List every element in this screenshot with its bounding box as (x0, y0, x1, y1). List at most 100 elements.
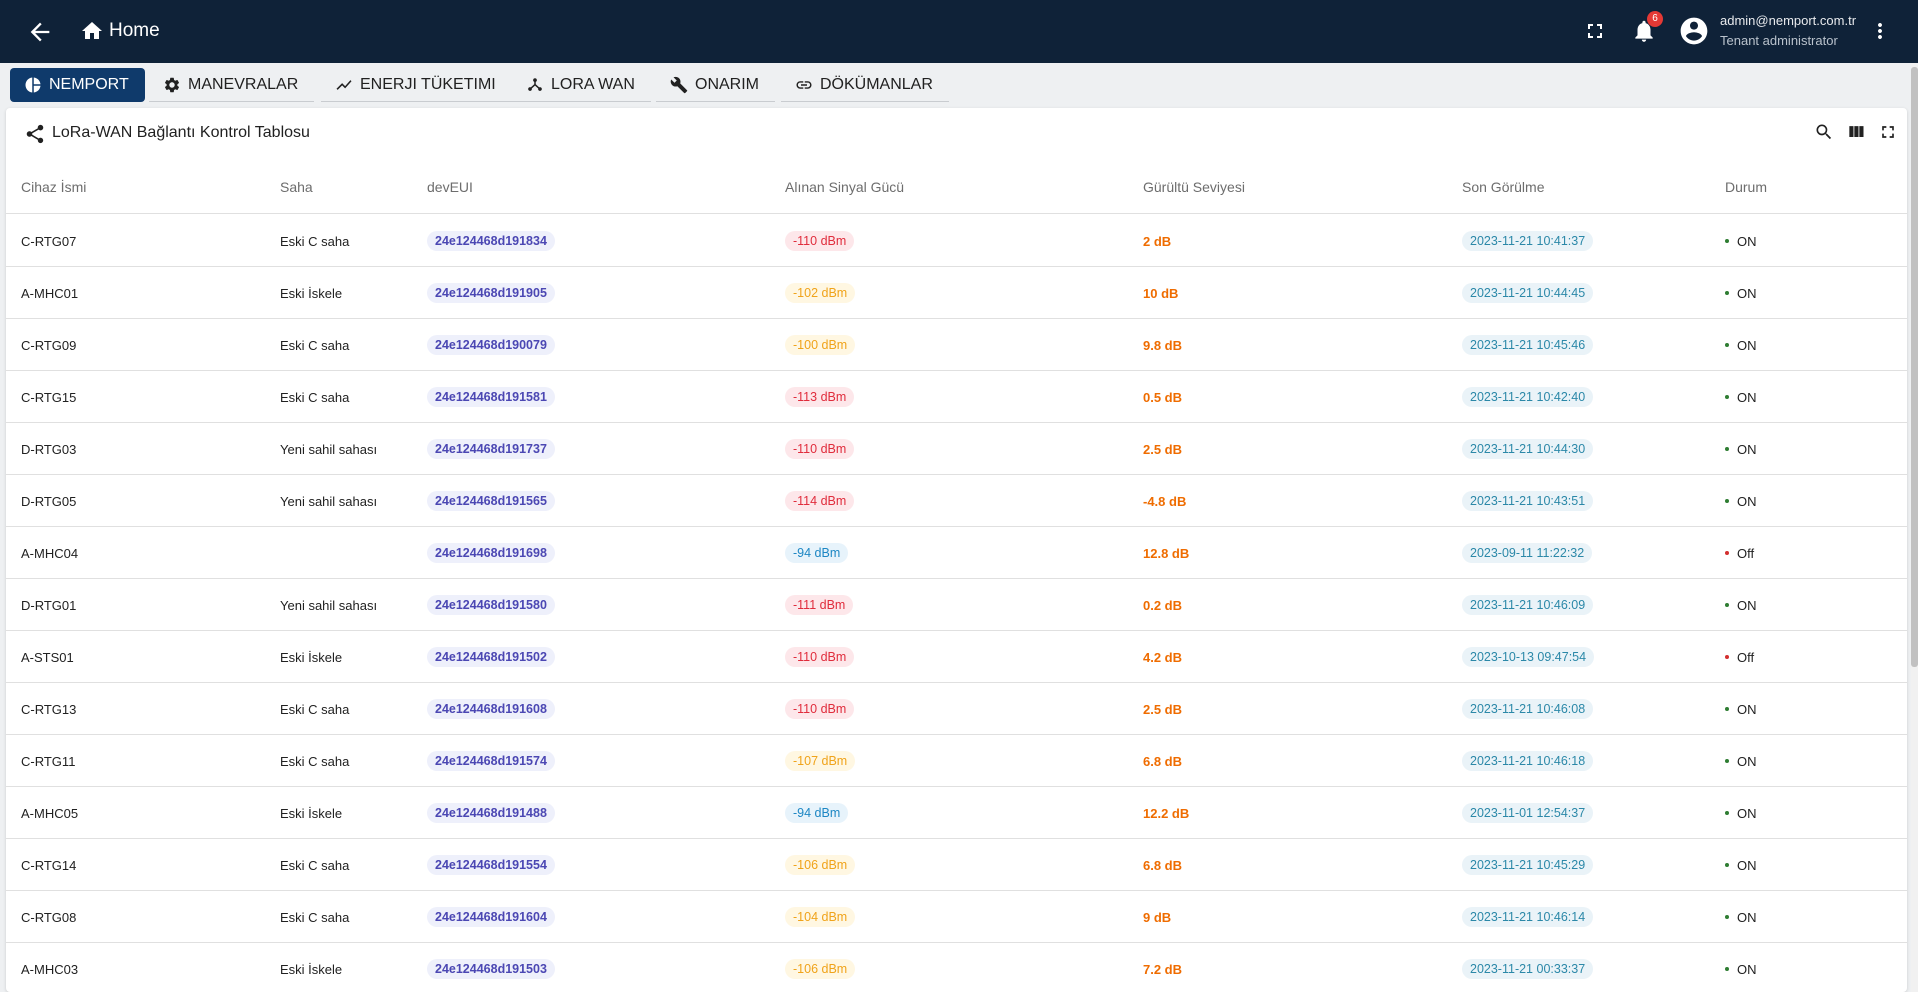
device-name: C-RTG14 (21, 857, 77, 873)
rssi-chip: -102 dBm (785, 283, 856, 303)
site-cell: Eski C saha (280, 839, 349, 891)
last-seen-chip: 2023-11-21 10:45:29 (1462, 855, 1594, 875)
site-name: Eski İskele (280, 649, 343, 665)
device-name-cell: C-RTG13 (21, 683, 76, 735)
site-name: Eski İskele (280, 805, 343, 821)
home-icon[interactable] (80, 19, 104, 43)
tab-label: LORA WAN (551, 75, 635, 93)
page-scrollbar[interactable] (1911, 63, 1918, 992)
account-avatar-icon[interactable] (1678, 15, 1710, 47)
rssi-cell: -94 dBm (785, 787, 849, 839)
rssi-cell: -110 dBm (785, 215, 855, 267)
column-header-device-name[interactable]: Cihaz İsmi (21, 156, 86, 214)
rssi-chip: -94 dBm (785, 803, 849, 823)
column-header-rssi[interactable]: Alınan Sinyal Gücü (785, 156, 904, 214)
column-header-site[interactable]: Saha (280, 156, 313, 214)
card-header: LoRa-WAN Bağlantı Kontrol Tablosu (6, 108, 1907, 156)
home-label[interactable]: Home (109, 20, 160, 42)
table-row[interactable]: C-RTG08 Eski C saha 24e124468d191604 -104 d… (6, 891, 1907, 943)
noise-cell: 2.5 dB (1143, 683, 1182, 735)
table-row[interactable]: D-RTG05 Yeni sahil sahası 24e124468d191565… (6, 475, 1907, 527)
table-row[interactable]: C-RTG13 Eski C saha 24e124468d191608 -110 d… (6, 683, 1907, 735)
table-row[interactable]: D-RTG03 Yeni sahil sahası 24e124468d191737… (6, 423, 1907, 475)
status-dot-icon (1725, 759, 1729, 763)
rssi-chip: -94 dBm (785, 543, 849, 563)
table-row[interactable]: C-RTG14 Eski C saha 24e124468d191554 -106 d… (6, 839, 1907, 891)
deveui-chip: 24e124468d191580 (427, 595, 555, 615)
rssi-chip: -110 dBm (785, 647, 855, 667)
table-row[interactable]: C-RTG07 Eski C saha 24e124468d191834 -110 d… (6, 215, 1907, 267)
deveui-cell: 24e124468d191565 (427, 475, 555, 527)
table-row[interactable]: D-RTG01 Yeni sahil sahası 24e124468d191580… (6, 579, 1907, 631)
card-title: LoRa-WAN Bağlantı Kontrol Tablosu (52, 124, 310, 141)
table-row[interactable]: C-RTG09 Eski C saha 24e124468d190079 -100 d… (6, 319, 1907, 371)
fullscreen-icon[interactable] (1878, 122, 1898, 142)
table-row[interactable]: C-RTG15 Eski C saha 24e124468d191581 -113 d… (6, 371, 1907, 423)
fullscreen-icon[interactable] (1583, 19, 1607, 43)
status-text: ON (1737, 337, 1757, 353)
rssi-cell: -110 dBm (785, 631, 855, 683)
tab-manevralar[interactable]: MANEVRALAR (149, 68, 315, 102)
tab-enerji-tuketimi[interactable]: ENERJI TÜKETIMI (321, 68, 512, 102)
tab-lora-wan[interactable]: LORA WAN (512, 68, 651, 102)
last-seen-cell: 2023-10-13 09:47:54 (1462, 631, 1595, 683)
deveui-cell: 24e124468d191554 (427, 839, 555, 891)
last-seen-cell: 2023-09-11 11:22:32 (1462, 527, 1593, 579)
status-text: ON (1737, 961, 1757, 977)
tab-label: NEMPORT (49, 76, 129, 93)
last-seen-chip: 2023-11-21 10:41:37 (1462, 231, 1594, 251)
status-cell: ON (1725, 215, 1757, 267)
noise-cell: 6.8 dB (1143, 735, 1182, 787)
status-text: ON (1737, 909, 1757, 925)
rssi-chip: -114 dBm (785, 491, 855, 511)
deveui-chip: 24e124468d191834 (427, 231, 555, 251)
last-seen-chip: 2023-09-11 11:22:32 (1462, 543, 1593, 563)
rssi-cell: -104 dBm (785, 891, 856, 943)
share-icon (26, 124, 44, 144)
column-header-noise[interactable]: Gürültü Seviyesi (1143, 156, 1245, 214)
tab-onarim[interactable]: ONARIM (656, 68, 775, 102)
back-arrow-icon[interactable] (26, 18, 54, 46)
last-seen-cell: 2023-11-21 10:46:18 (1462, 735, 1594, 787)
status-text: ON (1737, 233, 1757, 249)
rssi-cell: -110 dBm (785, 423, 855, 475)
device-name-cell: C-RTG09 (21, 319, 76, 371)
status-text: ON (1737, 597, 1757, 613)
more-vert-icon[interactable] (1868, 19, 1892, 43)
scrollbar-thumb[interactable] (1911, 67, 1918, 667)
column-header-status[interactable]: Durum (1725, 156, 1767, 214)
last-seen-chip: 2023-11-21 10:44:30 (1462, 439, 1594, 459)
table-row[interactable]: A-MHC03 Eski İskele 24e124468d191503 -106 d… (6, 943, 1907, 992)
rssi-chip: -107 dBm (785, 751, 856, 771)
deveui-chip: 24e124468d191608 (427, 699, 555, 719)
site-name: Eski C saha (280, 389, 350, 405)
tab-label: ONARIM (695, 75, 759, 93)
table-row[interactable]: A-MHC04 24e124468d191698 -94 dBm 12.8 dB 202… (6, 527, 1907, 579)
tab-label: ENERJI TÜKETIMI (360, 75, 496, 93)
site-name: Eski C saha (280, 701, 350, 717)
status-cell: ON (1725, 735, 1757, 787)
table-row[interactable]: C-RTG11 Eski C saha 24e124468d191574 -107 d… (6, 735, 1907, 787)
device-name: A-MHC03 (21, 961, 79, 977)
device-name: C-RTG13 (21, 701, 77, 717)
tab-dokumanlar[interactable]: DÖKÜMANLAR (781, 68, 949, 102)
tab-nemport[interactable]: NEMPORT (10, 68, 145, 102)
status-text: ON (1737, 805, 1757, 821)
columns-icon[interactable] (1846, 122, 1866, 142)
noise-value: 0.2 dB (1143, 597, 1183, 613)
last-seen-chip: 2023-11-21 10:46:14 (1462, 907, 1594, 927)
table-row[interactable]: A-MHC01 Eski İskele 24e124468d191905 -102 d… (6, 267, 1907, 319)
site-name: Eski C saha (280, 337, 350, 353)
table-row[interactable]: A-MHC05 Eski İskele 24e124468d191488 -94 dB… (6, 787, 1907, 839)
status-text: Off (1737, 649, 1755, 665)
status-text: Off (1737, 545, 1755, 561)
user-email[interactable]: admin@nemport.com.tr (1720, 13, 1856, 28)
deveui-cell: 24e124468d191580 (427, 579, 555, 631)
noise-value: 12.2 dB (1143, 805, 1190, 821)
status-cell: ON (1725, 943, 1757, 992)
column-header-last-seen[interactable]: Son Görülme (1462, 156, 1544, 214)
table-row[interactable]: A-STS01 Eski İskele 24e124468d191502 -110 d… (6, 631, 1907, 683)
column-header-deveui[interactable]: devEUI (427, 156, 473, 214)
rssi-cell: -106 dBm (785, 943, 856, 992)
search-icon[interactable] (1814, 122, 1834, 142)
